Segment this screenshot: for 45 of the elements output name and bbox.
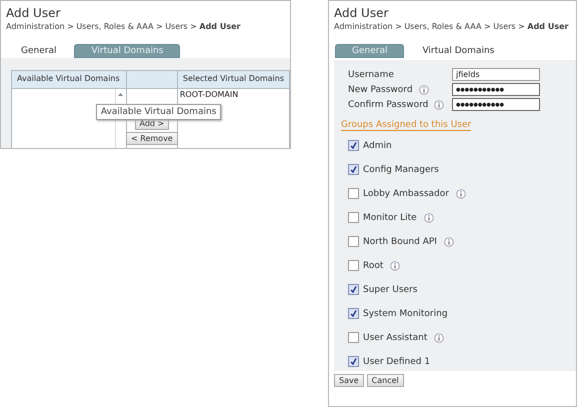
form-button[interactable]: Cancel [366,374,404,387]
page-title: Add User [333,5,390,20]
page-title: Add User [5,5,62,20]
tooltip: Available Virtual Domains [96,104,222,120]
checkbox[interactable] [348,188,359,199]
checkbox-label: User Assistant [363,332,428,342]
checkbox[interactable] [348,140,359,151]
checkbox-label: User Defined 1 [363,356,430,366]
scroll-up-icon[interactable] [118,93,124,96]
checkbox[interactable] [348,212,359,223]
info-icon[interactable] [456,188,466,198]
list-item[interactable]: ROOT-DOMAIN [180,90,287,99]
info-icon[interactable] [444,236,454,246]
checkbox[interactable] [348,356,359,367]
checkbox[interactable] [348,308,359,319]
checkbox-label: Admin [363,140,392,150]
checkbox[interactable] [348,284,359,295]
info-icon[interactable] [434,332,444,342]
tab[interactable]: Virtual Domains [412,44,504,58]
checkbox[interactable] [348,236,359,247]
checkbox-label: North Bound API [363,236,437,246]
breadcrumb: Administration > Users, Roles & AAA > Users > Add User [333,21,570,31]
checkbox[interactable] [348,164,359,175]
info-icon[interactable] [418,84,429,94]
checkbox[interactable] [348,332,359,343]
column-header: Available Virtual Domains [12,71,126,89]
checkbox-label: Root [363,260,384,270]
info-icon[interactable] [390,260,400,270]
checkbox-label: Monitor Lite [363,212,417,222]
field-label: Confirm Password [348,100,428,110]
info-icon[interactable] [434,100,444,110]
transfer-button[interactable]: < Remove [126,132,178,145]
checkbox-label: Config Managers [363,164,439,174]
form-button[interactable]: Save [334,374,364,387]
info-icon[interactable] [424,212,434,222]
checkbox-label: Super Users [363,284,418,294]
checkbox[interactable] [348,260,359,271]
field-label: Username [348,70,394,80]
checkbox-label: Lobby Ambassador [363,188,449,198]
breadcrumb: Administration > Users, Roles & AAA > Users > Add User [5,21,242,31]
checkbox-label: System Monitoring [363,308,448,318]
input-field[interactable]: jfields [452,68,540,81]
field-label: New Password [348,84,413,94]
tab[interactable]: General [11,44,66,58]
column-header: Selected Virtual Domains [178,71,289,89]
